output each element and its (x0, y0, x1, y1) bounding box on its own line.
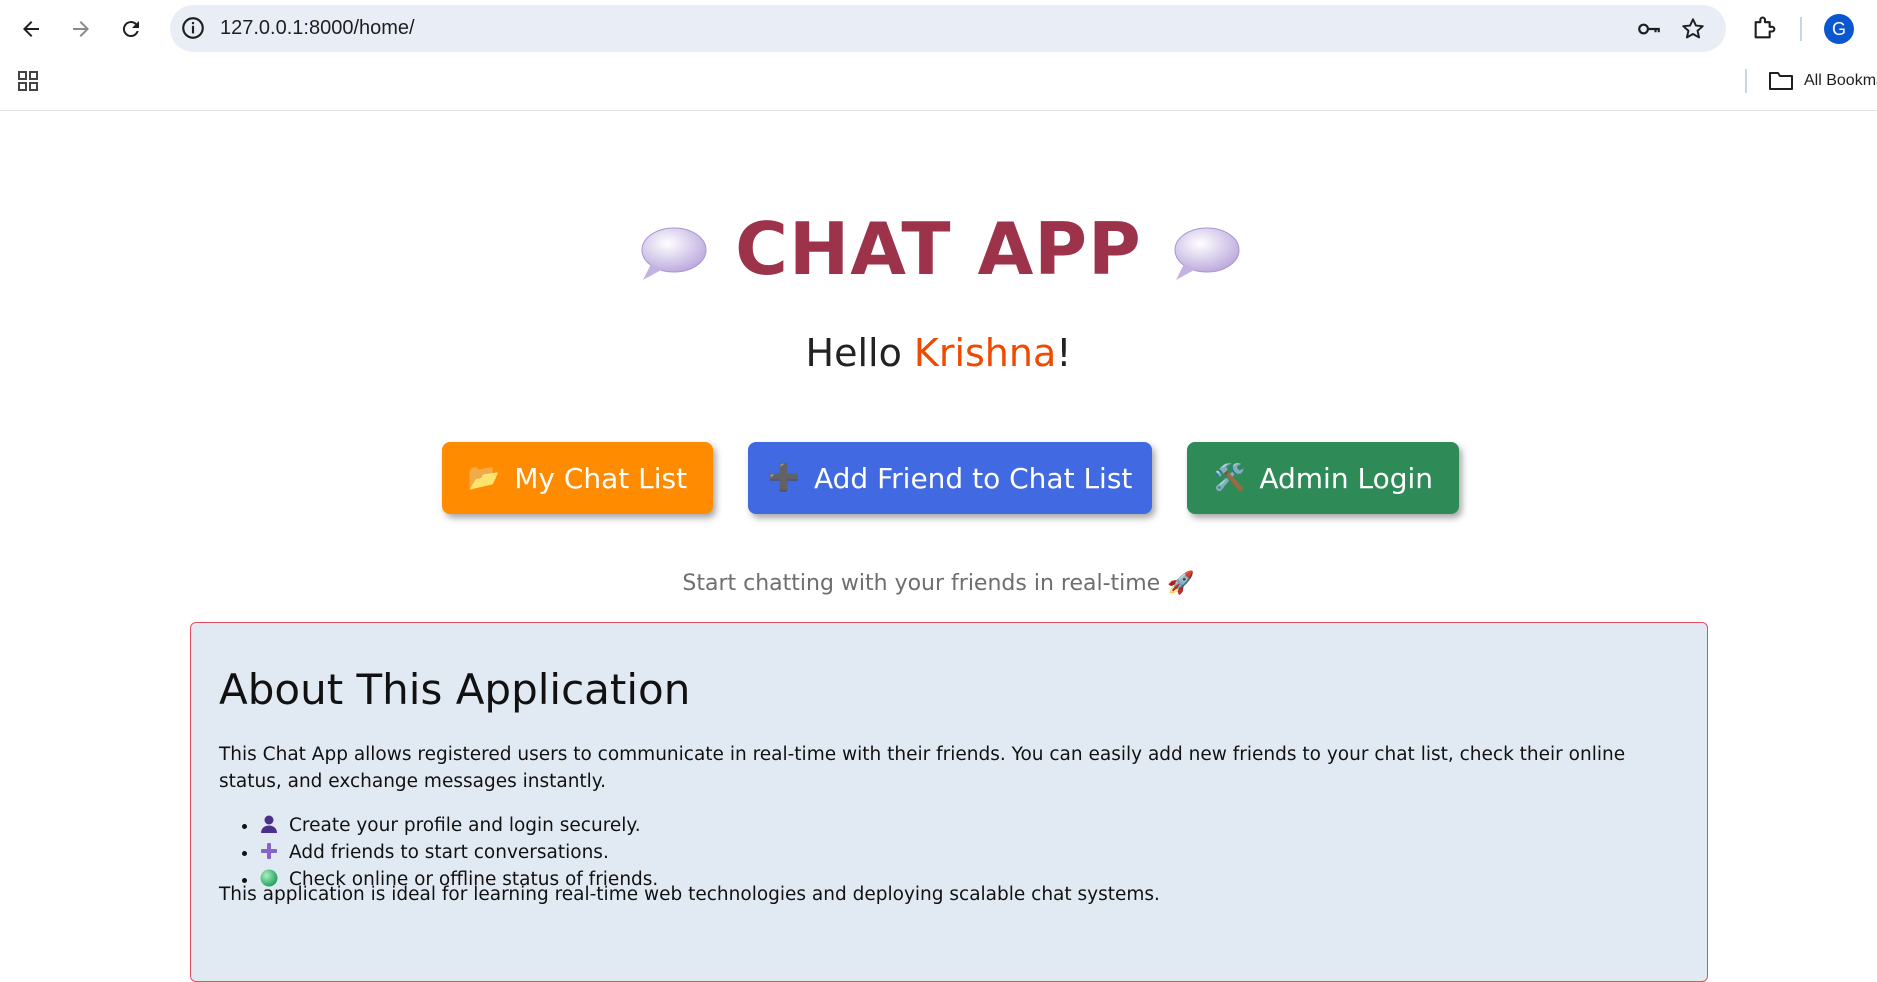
plus-icon (261, 843, 277, 859)
my-chat-list-button[interactable]: 📂 My Chat List (442, 442, 713, 514)
apps-grid-icon[interactable] (16, 69, 40, 93)
address-bar[interactable]: 127.0.0.1:8000/home/ (170, 5, 1726, 52)
about-heading: About This Application (219, 665, 691, 714)
tools-icon: 🛠️ (1212, 463, 1246, 493)
admin-login-button[interactable]: 🛠️ Admin Login (1187, 442, 1459, 514)
feature-text: Add friends to start conversations. (289, 842, 609, 863)
title-text: CHAT APP (735, 207, 1142, 291)
reload-icon (122, 21, 139, 38)
about-panel: About This Application This Chat App all… (190, 622, 1708, 982)
my-chat-list-label: My Chat List (514, 461, 688, 495)
folder-icon (1769, 72, 1793, 90)
speech-bubble-icon (1174, 227, 1240, 281)
user-icon (261, 815, 277, 833)
all-bookmarks-button[interactable]: All Bookma (1768, 68, 1877, 94)
greeting-prefix: Hello (805, 331, 914, 375)
tagline: Start chatting with your friends in real… (682, 571, 1195, 596)
feature-text: Create your profile and login securely. (289, 815, 641, 836)
greeting: Hello Krishna! (0, 331, 1877, 375)
list-item: Create your profile and login securely. (259, 812, 658, 839)
toolbar-divider (1800, 17, 1802, 41)
page-content: CHAT APP Hello Krishna! 📂 My Chat List ➕… (0, 111, 1877, 982)
password-key-icon[interactable] (1636, 16, 1662, 42)
folder-icon: 📂 (467, 463, 501, 493)
back-button[interactable] (12, 10, 50, 48)
speech-bubble-icon (641, 227, 707, 281)
reload-button[interactable] (112, 10, 150, 48)
site-info-icon[interactable] (180, 15, 206, 41)
plus-icon: ➕ (767, 463, 800, 493)
add-friend-button[interactable]: ➕ Add Friend to Chat List (748, 442, 1152, 514)
back-arrow-icon (23, 21, 39, 37)
bookmark-star-icon[interactable] (1680, 16, 1706, 42)
about-intro: This Chat App allows registered users to… (219, 744, 1626, 792)
forward-arrow-icon (73, 21, 89, 37)
user-name: Krishna (913, 331, 1057, 375)
page-title: CHAT APP (0, 199, 1877, 299)
add-friend-label: Add Friend to Chat List (813, 461, 1133, 495)
greeting-suffix: ! (1056, 331, 1072, 375)
extensions-puzzle-icon[interactable] (1751, 14, 1779, 42)
admin-login-label: Admin Login (1259, 461, 1434, 495)
list-item: Add friends to start conversations. (259, 839, 658, 866)
browser-toolbar: 127.0.0.1:8000/home/ G All Bookma (0, 0, 1877, 111)
profile-avatar[interactable]: G (1824, 14, 1854, 44)
all-bookmarks-label: All Bookma (1804, 72, 1877, 89)
about-closing: This application is ideal for learning r… (219, 884, 1160, 905)
forward-button[interactable] (62, 10, 100, 48)
url-text[interactable]: 127.0.0.1:8000/home/ (220, 5, 415, 52)
bookmarks-divider (1745, 69, 1747, 93)
